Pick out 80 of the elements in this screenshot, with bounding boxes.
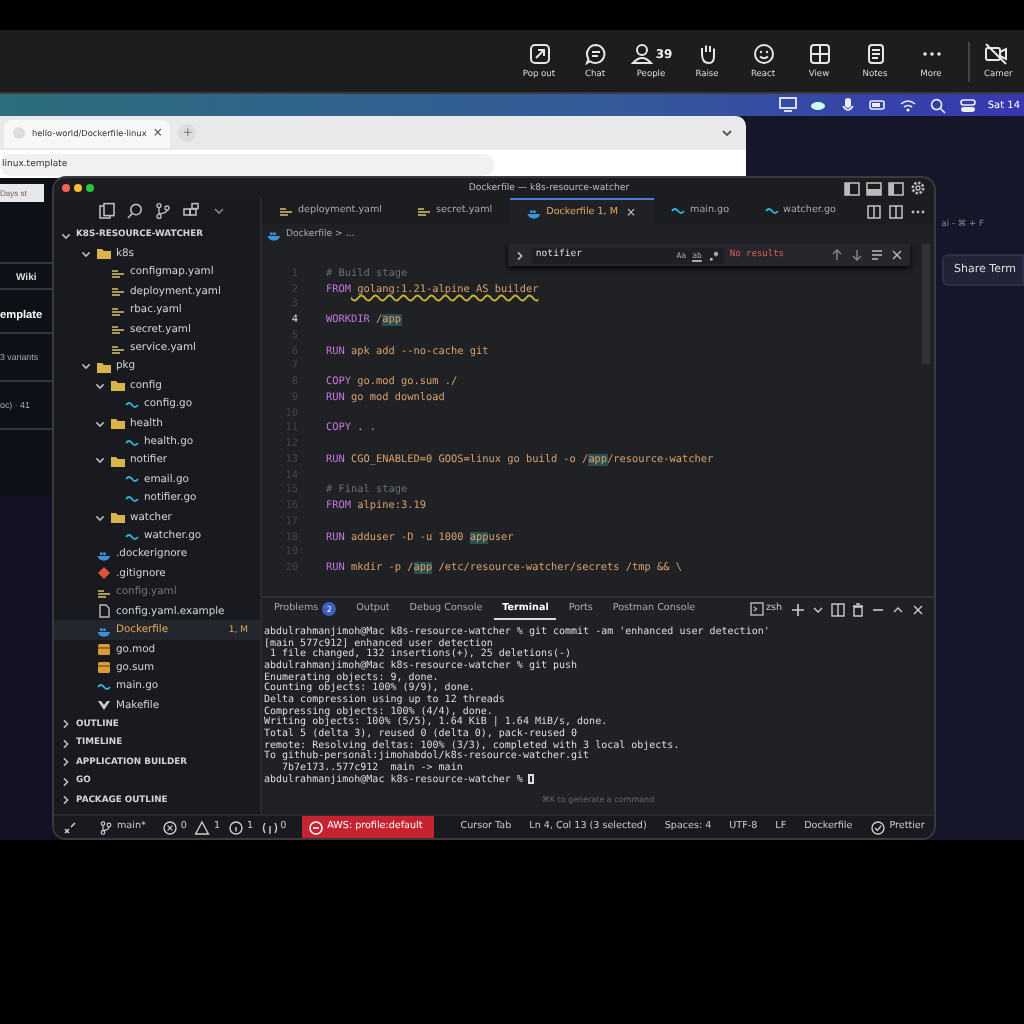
branch-icon xyxy=(98,819,114,835)
panel-toggle-icon[interactable] xyxy=(866,181,882,195)
split-terminal-icon[interactable] xyxy=(830,601,846,617)
chevron-down-icon xyxy=(720,126,734,140)
popout-icon xyxy=(527,42,551,66)
people-icon xyxy=(629,42,654,66)
sidebar-toggle-icon[interactable] xyxy=(844,181,860,195)
folder-icon xyxy=(110,453,126,468)
go-file-icon xyxy=(124,529,140,544)
yaml-file-icon xyxy=(110,341,126,355)
close-window-button[interactable] xyxy=(62,184,70,192)
chevron-down-icon xyxy=(94,511,106,524)
arrow-up-icon[interactable] xyxy=(830,248,844,262)
files-icon[interactable] xyxy=(98,202,116,221)
minimize-window-button[interactable] xyxy=(74,184,82,192)
selection-icon[interactable] xyxy=(870,248,884,262)
chevron-down-icon xyxy=(94,417,106,430)
make-file-icon xyxy=(96,698,112,713)
plus-icon[interactable] xyxy=(790,601,806,617)
go-file-icon xyxy=(670,204,687,218)
package-icon xyxy=(96,642,112,656)
check-circle-icon xyxy=(870,819,887,835)
battery-icon xyxy=(867,96,888,114)
go-file-icon xyxy=(763,204,780,218)
extensions-icon[interactable] xyxy=(182,202,200,221)
smiley-icon xyxy=(751,42,775,66)
notes-icon xyxy=(863,42,887,66)
yaml-file-icon xyxy=(110,284,126,299)
antenna-icon xyxy=(261,819,278,835)
close-icon[interactable] xyxy=(890,248,904,262)
file-icon xyxy=(96,604,112,619)
whale-icon xyxy=(266,227,282,241)
package-icon xyxy=(96,660,112,675)
remote-connection-icon[interactable] xyxy=(62,819,78,835)
mic-icon xyxy=(837,96,858,114)
compare-icon[interactable] xyxy=(866,203,882,219)
chevron-down-icon xyxy=(94,454,106,467)
camera-off-icon xyxy=(984,42,1008,66)
terminal-cursor xyxy=(528,774,535,785)
yaml-file-icon xyxy=(96,585,112,600)
go-file-icon xyxy=(124,397,140,412)
chevron-right-icon[interactable] xyxy=(513,249,526,261)
split-editor-icon[interactable] xyxy=(888,203,904,219)
site-icon xyxy=(12,126,26,140)
info-icon xyxy=(228,819,245,835)
grid-icon xyxy=(807,42,831,66)
go-file-icon xyxy=(124,435,140,450)
chat-icon xyxy=(583,42,607,66)
search-icon[interactable] xyxy=(126,202,144,221)
hand-icon xyxy=(695,42,719,66)
remote-icon xyxy=(308,819,325,835)
yaml-file-icon xyxy=(110,265,126,280)
yaml-file-icon xyxy=(278,204,294,218)
wifi-icon xyxy=(897,96,918,114)
error-icon xyxy=(161,819,178,835)
whale-icon xyxy=(96,623,112,638)
warning-icon xyxy=(194,819,211,835)
settings-icon[interactable] xyxy=(910,180,926,196)
regex-icon[interactable] xyxy=(707,249,720,261)
source-control-icon[interactable] xyxy=(154,202,172,221)
yaml-file-icon xyxy=(110,322,126,337)
folder-icon xyxy=(110,510,126,525)
whale-icon xyxy=(96,547,112,562)
control-center-icon xyxy=(957,96,978,114)
whale-icon xyxy=(526,205,543,219)
terminal-icon xyxy=(749,602,764,616)
yaml-file-icon xyxy=(416,204,433,218)
close-icon[interactable] xyxy=(910,601,926,617)
arrow-down-icon[interactable] xyxy=(850,248,864,262)
zoom-window-button[interactable] xyxy=(86,184,94,192)
trash-icon[interactable] xyxy=(850,601,866,617)
folder-icon xyxy=(110,416,126,431)
go-file-icon xyxy=(96,679,112,694)
screen-share-icon xyxy=(777,96,798,114)
cloud-icon xyxy=(807,96,828,114)
diamond-icon xyxy=(96,566,112,581)
search-icon xyxy=(927,96,948,114)
yaml-file-icon xyxy=(110,303,126,318)
layout-icon[interactable] xyxy=(888,181,904,195)
folder-icon xyxy=(96,246,112,261)
